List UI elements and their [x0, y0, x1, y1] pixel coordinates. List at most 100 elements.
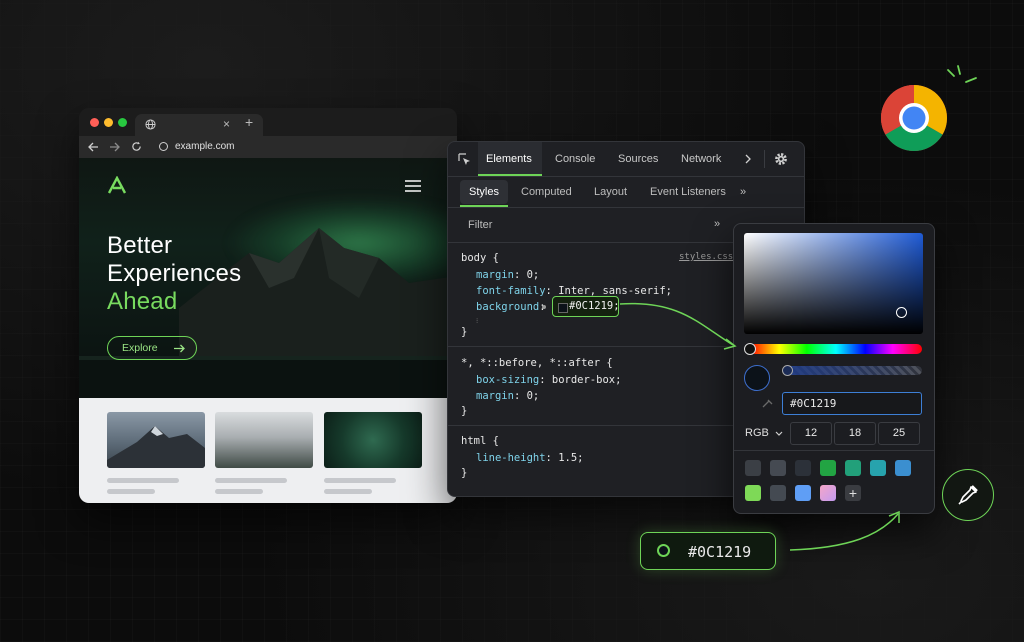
- gallery-thumb-leaves[interactable]: [324, 412, 422, 468]
- rule-html-close: }: [461, 467, 468, 479]
- tab-sources[interactable]: Sources: [618, 153, 658, 165]
- swatch[interactable]: [820, 485, 836, 501]
- browser-tab[interactable]: ×: [135, 114, 263, 136]
- explore-button[interactable]: Explore: [107, 336, 197, 360]
- subtab-layout[interactable]: Layout: [594, 186, 627, 198]
- site-info-icon[interactable]: [159, 142, 168, 151]
- color-preview-circle: [744, 365, 770, 391]
- add-swatch-button[interactable]: +: [845, 485, 861, 501]
- picker-eyedropper-icon[interactable]: [762, 398, 774, 408]
- red-input[interactable]: 12: [790, 422, 832, 445]
- hero-section: Better Experiences Ahead Explore: [79, 158, 457, 398]
- hamburger-menu-icon[interactable]: [405, 180, 421, 192]
- background-expand-icon[interactable]: [542, 305, 546, 309]
- decl-val: 1.5;: [551, 452, 584, 464]
- arrow-right-icon: [174, 344, 185, 353]
- alpha-slider[interactable]: [784, 366, 922, 375]
- swatch[interactable]: [745, 485, 761, 501]
- swatch[interactable]: [770, 460, 786, 476]
- rule-html-selector: html {: [461, 435, 499, 447]
- hero-title-line2: Experiences: [107, 260, 242, 287]
- tab-network[interactable]: Network: [681, 153, 721, 165]
- color-dot-icon: [657, 544, 670, 557]
- color-format-select[interactable]: RGB: [745, 427, 769, 439]
- tab-close-icon[interactable]: ×: [223, 117, 230, 131]
- swatch[interactable]: [795, 460, 811, 476]
- reload-icon[interactable]: [131, 141, 142, 152]
- caption-line: [107, 489, 155, 494]
- decl-prop: box-sizing: [476, 374, 540, 386]
- caption-line: [324, 489, 372, 494]
- swatch[interactable]: [745, 460, 761, 476]
- forward-arrow-icon[interactable]: [109, 142, 120, 152]
- rule-universal-close: }: [461, 405, 468, 417]
- gallery-thumb-mountain[interactable]: [107, 412, 205, 468]
- decl-body-background: background:: [476, 301, 546, 313]
- decl-prop: background: [476, 301, 540, 313]
- globe-icon: [145, 119, 156, 130]
- hex-input[interactable]: #0C1219: [782, 392, 922, 415]
- hex-input-value: #0C1219: [790, 397, 837, 410]
- sparkle-lines-icon: [947, 65, 977, 83]
- browser-window: × + example.com Better Experiences Ahead…: [79, 108, 457, 503]
- window-maximize-dot[interactable]: [118, 118, 127, 127]
- caption-line: [215, 489, 263, 494]
- swatch[interactable]: [845, 460, 861, 476]
- chevron-right-icon[interactable]: [744, 154, 752, 164]
- subtab-event-listeners[interactable]: Event Listeners: [650, 186, 726, 198]
- subtab-styles[interactable]: Styles: [460, 180, 508, 207]
- swatch[interactable]: [820, 460, 836, 476]
- decl-prop: margin: [476, 269, 514, 281]
- swatch[interactable]: [795, 485, 811, 501]
- blue-input[interactable]: 25: [878, 422, 920, 445]
- chevron-down-icon[interactable]: [775, 431, 783, 437]
- swatch[interactable]: [895, 460, 911, 476]
- tab-elements[interactable]: Elements: [478, 142, 542, 176]
- tab-console[interactable]: Console: [555, 153, 595, 165]
- swatch[interactable]: [770, 485, 786, 501]
- gallery-section: [79, 398, 457, 503]
- declaration-add-icon[interactable]: ⁝: [476, 317, 478, 325]
- callout-hex-value: #0C1219: [688, 543, 752, 561]
- color-swatch-icon[interactable]: [558, 303, 568, 313]
- address-bar: example.com: [79, 136, 457, 158]
- inspect-icon[interactable]: [458, 153, 471, 166]
- window-close-dot[interactable]: [90, 118, 99, 127]
- tabs-divider: [764, 150, 765, 168]
- color-picker-popover: #0C1219 RGB 12 18 25 +: [733, 223, 935, 514]
- add-swatch-symbol: +: [848, 485, 858, 501]
- decl-val: border-box;: [545, 374, 622, 386]
- caption-line: [324, 478, 396, 483]
- brand-logo-icon[interactable]: [107, 176, 127, 194]
- rule-body-selector: body {: [461, 252, 499, 264]
- hue-slider[interactable]: [750, 344, 922, 354]
- devtools-main-tabs: Elements Console Sources Network: [448, 142, 804, 177]
- decl-body-margin: margin: 0;: [476, 269, 540, 281]
- hue-slider-handle[interactable]: [744, 343, 756, 355]
- gear-icon[interactable]: [774, 152, 788, 166]
- decl-line-height: line-height: 1.5;: [476, 452, 584, 464]
- filter-input[interactable]: Filter: [468, 219, 492, 231]
- rule-body-close: }: [461, 326, 468, 338]
- address-url[interactable]: example.com: [175, 141, 234, 152]
- devtools-sub-tabs: Styles Computed Layout Event Listeners »: [448, 177, 804, 208]
- gallery-thumb-forest[interactable]: [215, 412, 313, 468]
- saturation-value-area[interactable]: [744, 233, 923, 334]
- filter-more-button[interactable]: »: [714, 218, 720, 230]
- eyedropper-icon: [958, 485, 978, 505]
- saturation-handle[interactable]: [896, 307, 907, 318]
- subtab-computed[interactable]: Computed: [521, 186, 572, 198]
- eyedropper-button[interactable]: [942, 469, 994, 521]
- subtabs-more-button[interactable]: »: [740, 186, 746, 198]
- back-arrow-icon[interactable]: [88, 142, 99, 152]
- background-value-highlight[interactable]: #0C1219;: [552, 296, 620, 317]
- rule-universal-selector: *, *::before, *::after {: [461, 357, 613, 369]
- hex-color-callout: #0C1219: [640, 532, 776, 570]
- caption-line: [215, 478, 287, 483]
- swatch[interactable]: [870, 460, 886, 476]
- new-tab-button[interactable]: +: [245, 114, 253, 130]
- green-input[interactable]: 18: [834, 422, 876, 445]
- decl-prop: line-height: [476, 452, 546, 464]
- window-minimize-dot[interactable]: [104, 118, 113, 127]
- alpha-slider-handle[interactable]: [782, 365, 793, 376]
